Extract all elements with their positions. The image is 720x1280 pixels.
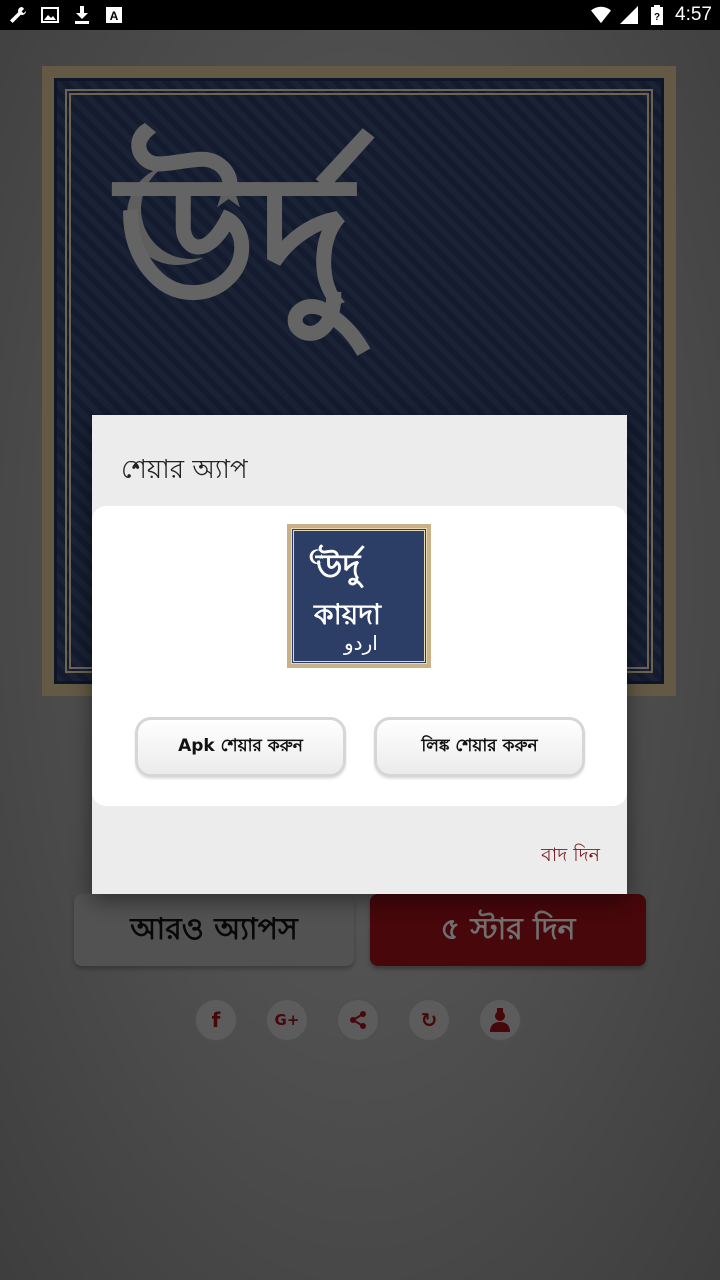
app-icon: ☪ উর্দু কায়দা اردو <box>287 524 431 668</box>
image-icon <box>40 5 60 25</box>
signal-icon <box>619 5 639 25</box>
dialog-content: ☪ উর্দু কায়দা اردو Apk শেয়ার করুন লিঙ্… <box>92 506 627 806</box>
battery-icon: ? <box>647 5 667 25</box>
share-dialog: শেয়ার অ্যাপ ☪ উর্দু কায়দা اردو Apk শেয… <box>92 415 627 894</box>
status-bar: A ? 4:57 <box>0 0 720 30</box>
download-icon <box>72 5 92 25</box>
font-a-icon: A <box>104 5 124 25</box>
app-icon-line3: اردو <box>344 631 378 655</box>
share-apk-button[interactable]: Apk শেয়ার করুন <box>135 717 346 777</box>
share-link-button[interactable]: লিঙ্ক শেয়ার করুন <box>374 717 585 777</box>
svg-text:?: ? <box>654 12 660 23</box>
dismiss-button[interactable]: বাদ দিন <box>541 841 600 873</box>
status-time: 4:57 <box>675 4 712 25</box>
app-icon-line1: উর্দু <box>316 547 361 587</box>
wrench-icon <box>8 5 28 25</box>
wifi-icon <box>591 5 612 25</box>
dialog-title: শেয়ার অ্যাপ <box>121 455 248 485</box>
svg-text:A: A <box>110 9 119 23</box>
